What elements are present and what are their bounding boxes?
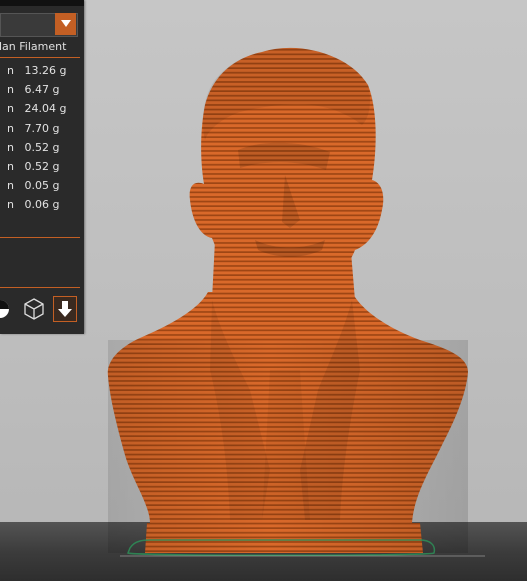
list-item: n 0.06 g <box>7 198 60 212</box>
material-usage-panel: ulan Filament n 13.26 g n 6.47 g n 24.04… <box>0 0 84 334</box>
list-item: n 6.47 g <box>7 83 60 97</box>
list-item: n 0.05 g <box>7 179 60 193</box>
contrast-icon[interactable] <box>0 296 12 322</box>
list-item: n 0.52 g <box>7 140 60 154</box>
section-divider <box>0 237 80 238</box>
panel-top-bar <box>0 0 84 6</box>
chevron-down-icon[interactable] <box>55 13 76 35</box>
list-item: n 7.70 g <box>7 121 60 135</box>
view-toolbar <box>0 296 84 326</box>
header-divider <box>0 57 80 58</box>
model-bust[interactable] <box>107 47 485 557</box>
list-item: n 24.04 g <box>7 102 67 116</box>
wireframe-cube-icon[interactable] <box>22 296 46 322</box>
material-usage-list: n 13.26 g n 6.47 g n 24.04 g n 7.70 g n … <box>0 61 84 215</box>
list-item: n 13.26 g <box>7 64 67 77</box>
list-item: n 0.52 g <box>7 159 60 173</box>
material-column-header: ulan Filament <box>0 40 67 53</box>
download-arrow-icon[interactable] <box>53 296 77 322</box>
section-divider <box>0 287 80 288</box>
